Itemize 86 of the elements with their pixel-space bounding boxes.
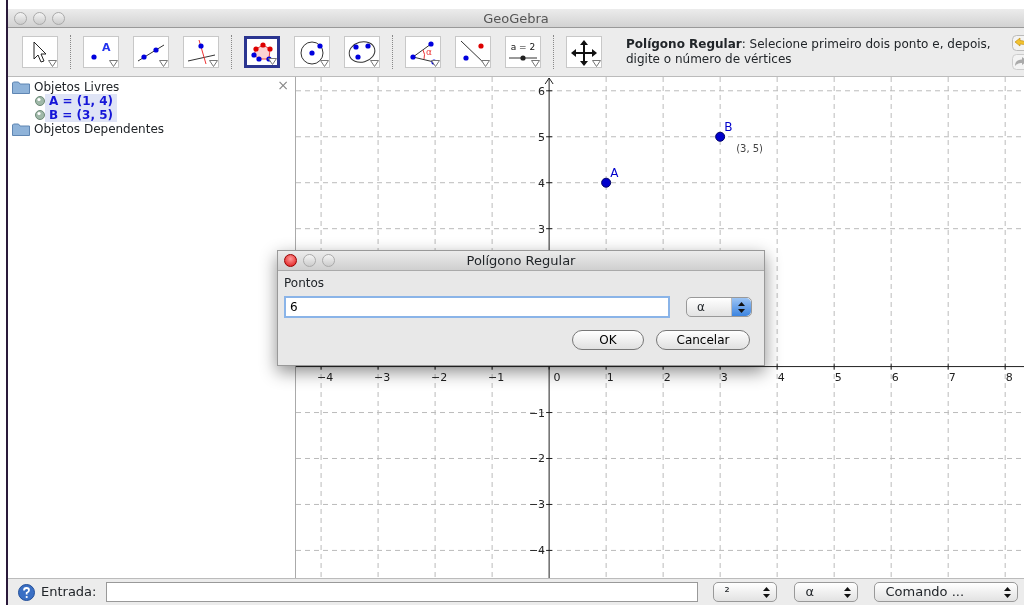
axis-tick-label: −2 — [528, 452, 546, 466]
axis-tick-label: −2 — [431, 370, 448, 384]
algebra-object[interactable]: B = (3, 5) — [45, 108, 117, 122]
caret-icon — [48, 60, 57, 67]
axis-tick-label: −1 — [528, 406, 546, 420]
stepper-arrows-icon — [843, 586, 851, 598]
caret-icon — [431, 60, 440, 67]
point-label: A — [610, 165, 619, 180]
slider-tool-button[interactable]: a = 2 — [505, 36, 541, 68]
visibility-ball-icon[interactable] — [34, 109, 46, 121]
symbol-dropdown[interactable]: α — [686, 297, 752, 317]
stepper-arrows-icon — [1003, 586, 1011, 598]
axis-tick-label: −4 — [528, 544, 546, 558]
pointer-tool-button[interactable] — [22, 36, 58, 68]
axis-tick-label: 4 — [538, 176, 546, 190]
caret-icon — [209, 60, 218, 67]
symbol-dropdown[interactable]: α — [794, 582, 859, 602]
point-label: B — [724, 119, 733, 134]
ellipse-icon — [348, 41, 376, 63]
circle-icon — [300, 41, 324, 65]
angle-label: α — [426, 47, 432, 57]
symbol-dropdown[interactable]: ² — [713, 582, 778, 602]
move-arrows-icon — [571, 40, 597, 66]
dialog-title: Polígono Regular — [466, 253, 576, 268]
close-button[interactable] — [284, 254, 297, 267]
tool-help-text: Polígono Regular: Selecione primeiro dois ponto e, depois, digite o número de vértices — [626, 37, 992, 67]
caret-icon — [531, 60, 540, 67]
input-label: Entrada: — [41, 583, 97, 602]
conic-tool-button[interactable] — [344, 36, 380, 68]
line-icon — [137, 44, 165, 62]
folder-label[interactable]: Objetos Livres — [34, 80, 120, 94]
caret-icon — [481, 60, 490, 67]
move-view-tool-button[interactable] — [566, 36, 602, 68]
slider-label: a = 2 — [510, 42, 536, 52]
caret-icon — [370, 60, 379, 67]
point[interactable] — [715, 131, 726, 142]
axis-tick-label: 1 — [606, 370, 614, 384]
caret-icon — [159, 60, 168, 67]
caret-icon — [109, 60, 118, 67]
perpendicular-lines-icon — [187, 39, 216, 65]
help-icon[interactable] — [18, 583, 35, 601]
axis-tick-label: 3 — [538, 222, 546, 236]
point[interactable] — [601, 177, 612, 188]
axis-tick-label: 6 — [538, 84, 546, 98]
folder-icon — [12, 80, 30, 94]
field-label: Pontos — [284, 276, 325, 290]
visibility-ball-icon[interactable] — [34, 95, 46, 107]
axis-tick-label: 7 — [948, 370, 956, 384]
command-input-field[interactable] — [106, 582, 699, 602]
axis-tick-label: 4 — [777, 370, 785, 384]
close-button[interactable]: × — [277, 75, 289, 96]
axis-tick-label: 2 — [663, 370, 671, 384]
stepper-arrows-icon — [762, 586, 770, 598]
axis-tick-label: 5 — [834, 370, 842, 384]
command-dropdown[interactable]: Comando ... — [874, 582, 1019, 602]
reflect-tool-button[interactable] — [455, 36, 491, 68]
caret-icon — [268, 58, 277, 65]
ok-button[interactable]: OK — [572, 330, 644, 350]
axis-tick-label: −1 — [488, 370, 505, 384]
number-input-field[interactable]: 6 — [284, 296, 670, 318]
line-tool-button[interactable] — [133, 36, 169, 68]
caret-icon — [320, 60, 329, 67]
coordinate-label: (3, 5) — [736, 142, 764, 154]
axis-tick-label: −3 — [528, 498, 546, 512]
folder-icon — [12, 122, 30, 136]
polygon-tool-button[interactable] — [244, 36, 280, 68]
axis-tick-label: 0 — [553, 370, 561, 384]
axis-tick-label: −3 — [374, 370, 391, 384]
folder-label[interactable]: Objetos Dependentes — [34, 122, 165, 136]
algebra-object[interactable]: A = (1, 4) — [45, 94, 118, 108]
perpendicular-tool-button[interactable] — [183, 36, 219, 68]
circle-tool-button[interactable] — [294, 36, 330, 68]
caret-icon — [592, 60, 601, 67]
stepper-arrows-icon — [738, 301, 745, 313]
window-title: GeoGebra — [483, 11, 549, 26]
cancel-button[interactable]: Cancelar — [656, 330, 750, 350]
angle-tool-button[interactable]: α — [405, 36, 441, 68]
axis-tick-label: 5 — [538, 130, 546, 144]
point-label: A — [102, 41, 111, 54]
axis-tick-label: 8 — [1005, 370, 1013, 384]
point-tool-button[interactable]: A — [83, 36, 119, 68]
axis-tick-label: 6 — [891, 370, 899, 384]
axis-tick-label: −4 — [316, 370, 334, 384]
cursor-icon — [33, 41, 47, 63]
axis-tick-label: 3 — [720, 370, 728, 384]
polygon-icon — [251, 42, 273, 62]
